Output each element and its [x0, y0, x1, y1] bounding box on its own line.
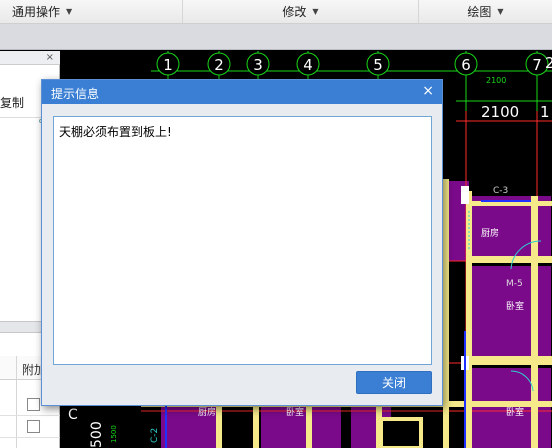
toolbar-group-draw[interactable]: 绘图 ▼: [419, 0, 552, 23]
dimension-label: 1: [540, 103, 550, 121]
close-icon[interactable]: ×: [46, 52, 54, 63]
toolbar-group-general[interactable]: 通用操作 ▼: [0, 0, 183, 23]
toolbar-modify-label: 修改: [282, 5, 307, 19]
axis-letter: C: [68, 407, 78, 423]
axis-number: 1: [163, 56, 173, 74]
row-checkbox[interactable]: [27, 420, 40, 433]
room-label: C-2: [150, 428, 160, 443]
room-label: 厨房: [198, 406, 216, 418]
chevron-down-icon: ▼: [312, 7, 319, 16]
prompt-dialog: 提示信息 × 天棚必须布置到板上! 关闭: [41, 79, 443, 406]
room-label: 卧室: [506, 300, 524, 312]
row-checkbox[interactable]: [27, 398, 40, 411]
close-icon[interactable]: ×: [422, 83, 434, 99]
toolbar-group-modify[interactable]: 修改 ▼: [183, 0, 419, 23]
dialog-message-box: 天棚必须布置到板上!: [53, 116, 432, 365]
dimension-label: 500: [89, 421, 105, 448]
secondary-toolbar-strip: [0, 24, 552, 50]
room-label: 卧室: [506, 406, 524, 418]
axis-number: 7: [532, 56, 542, 74]
axis-number-partial: 2: [545, 54, 552, 72]
chevron-down-icon: ▼: [66, 7, 73, 16]
axis-number: 6: [461, 56, 471, 74]
axis-number: 5: [373, 56, 383, 74]
main-toolbar: 通用操作 ▼ 修改 ▼ 绘图 ▼: [0, 0, 552, 24]
left-panel-header: ×: [0, 51, 60, 65]
table-row: [0, 416, 60, 438]
chevron-down-icon: ▼: [497, 7, 504, 16]
toolbar-general-label: 通用操作: [12, 5, 61, 19]
dialog-message: 天棚必须布置到板上!: [59, 125, 172, 139]
dimension-label: 1500: [110, 425, 118, 443]
copy-button[interactable]: 复制: [0, 94, 24, 111]
close-button[interactable]: 关闭: [356, 371, 432, 394]
room-label: 厨房: [481, 227, 499, 239]
axis-number: 3: [253, 56, 263, 74]
room-label: 卧室: [286, 406, 304, 418]
axis-number: 4: [303, 56, 313, 74]
dimension-label: 2100: [486, 76, 506, 85]
dialog-title: 提示信息: [51, 87, 100, 101]
dialog-title-bar[interactable]: 提示信息 ×: [42, 80, 442, 104]
toolbar-draw-label: 绘图: [467, 5, 492, 19]
room-label: C-3: [493, 186, 508, 196]
dimension-label: 2100: [481, 103, 519, 121]
room-label: M-5: [506, 279, 523, 289]
axis-number: 2: [214, 56, 224, 74]
